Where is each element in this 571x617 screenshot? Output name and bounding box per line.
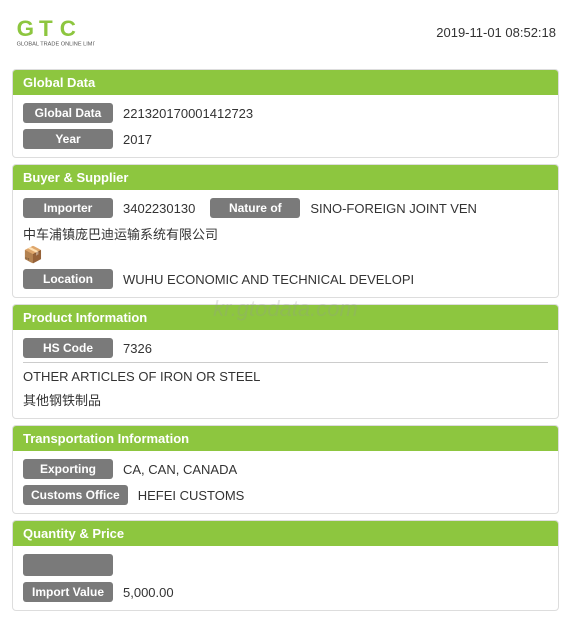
- global-data-header: Global Data: [13, 70, 558, 95]
- exporting-row: Exporting CA, CAN, CANADA: [23, 459, 548, 479]
- quantity-price-body: Import Value 5,000.00: [13, 546, 558, 610]
- product-description-cn: 其他钢铁制品: [23, 391, 548, 411]
- hidden-label-row: [23, 554, 548, 576]
- global-data-value: 221320170001412723: [123, 106, 253, 121]
- customs-label: Customs Office: [23, 485, 128, 505]
- quantity-price-header: Quantity & Price: [13, 521, 558, 546]
- buyer-supplier-body: Importer 3402230130 Nature of SINO-FOREI…: [13, 190, 558, 297]
- importer-group: Importer 3402230130: [23, 198, 195, 218]
- hidden-field-label: [23, 554, 113, 576]
- logo-area: G T C GLOBAL TRADE ONLINE LIMITED: [15, 10, 95, 55]
- svg-text:C: C: [60, 16, 76, 41]
- timestamp: 2019-11-01 08:52:18: [436, 25, 556, 40]
- importer-row: Importer 3402230130 Nature of SINO-FOREI…: [23, 198, 548, 218]
- nature-group: Nature of SINO-FOREIGN JOINT VEN: [210, 198, 477, 218]
- exporting-label: Exporting: [23, 459, 113, 479]
- location-row: Location WUHU ECONOMIC AND TECHNICAL DEV…: [23, 269, 548, 289]
- hs-code-row: HS Code 7326: [23, 338, 548, 363]
- customs-row: Customs Office HEFEI CUSTOMS: [23, 485, 548, 505]
- year-row: Year 2017: [23, 129, 548, 149]
- company-name: 中车浦镇庞巴迪运输系统有限公司: [23, 224, 548, 243]
- hs-code-value: 7326: [123, 341, 152, 356]
- import-value-row: Import Value 5,000.00: [23, 582, 548, 602]
- transportation-section: Transportation Information Exporting CA,…: [12, 425, 559, 514]
- global-data-body: Global Data 221320170001412723 Year 2017: [13, 95, 558, 157]
- header: G T C GLOBAL TRADE ONLINE LIMITED 2019-1…: [0, 0, 571, 63]
- product-description-en: OTHER ARTICLES OF IRON OR STEEL: [23, 367, 548, 387]
- svg-text:G: G: [17, 16, 34, 41]
- transportation-header: Transportation Information: [13, 426, 558, 451]
- quantity-price-section: Quantity & Price Import Value 5,000.00: [12, 520, 559, 611]
- product-info-section: Product Information HS Code 7326 OTHER A…: [12, 304, 559, 419]
- product-info-header: Product Information: [13, 305, 558, 330]
- location-label: Location: [23, 269, 113, 289]
- year-value: 2017: [123, 132, 152, 147]
- transportation-body: Exporting CA, CAN, CANADA Customs Office…: [13, 451, 558, 513]
- hs-code-label: HS Code: [23, 338, 113, 358]
- product-info-body: HS Code 7326 OTHER ARTICLES OF IRON OR S…: [13, 330, 558, 418]
- buyer-supplier-header: Buyer & Supplier: [13, 165, 558, 190]
- page-wrapper: kr.gtodata.com G T C GLOBAL TRADE ONLINE…: [0, 0, 571, 617]
- exporting-value: CA, CAN, CANADA: [123, 462, 237, 477]
- global-data-label: Global Data: [23, 103, 113, 123]
- customs-value: HEFEI CUSTOMS: [138, 488, 245, 503]
- svg-text:T: T: [39, 16, 53, 41]
- year-label: Year: [23, 129, 113, 149]
- importer-value: 3402230130: [123, 201, 195, 216]
- buyer-supplier-section: Buyer & Supplier Importer 3402230130 Nat…: [12, 164, 559, 298]
- importer-label: Importer: [23, 198, 113, 218]
- import-value-label: Import Value: [23, 582, 113, 602]
- global-data-row: Global Data 221320170001412723: [23, 103, 548, 123]
- logo-icon: G T C GLOBAL TRADE ONLINE LIMITED: [15, 10, 95, 55]
- company-icon: 📦: [23, 245, 548, 265]
- nature-label: Nature of: [210, 198, 300, 218]
- location-value: WUHU ECONOMIC AND TECHNICAL DEVELOPI: [123, 272, 414, 287]
- svg-text:GLOBAL TRADE ONLINE LIMITED: GLOBAL TRADE ONLINE LIMITED: [17, 42, 95, 48]
- nature-value: SINO-FOREIGN JOINT VEN: [310, 201, 477, 216]
- import-value: 5,000.00: [123, 585, 174, 600]
- global-data-section: Global Data Global Data 2213201700014127…: [12, 69, 559, 158]
